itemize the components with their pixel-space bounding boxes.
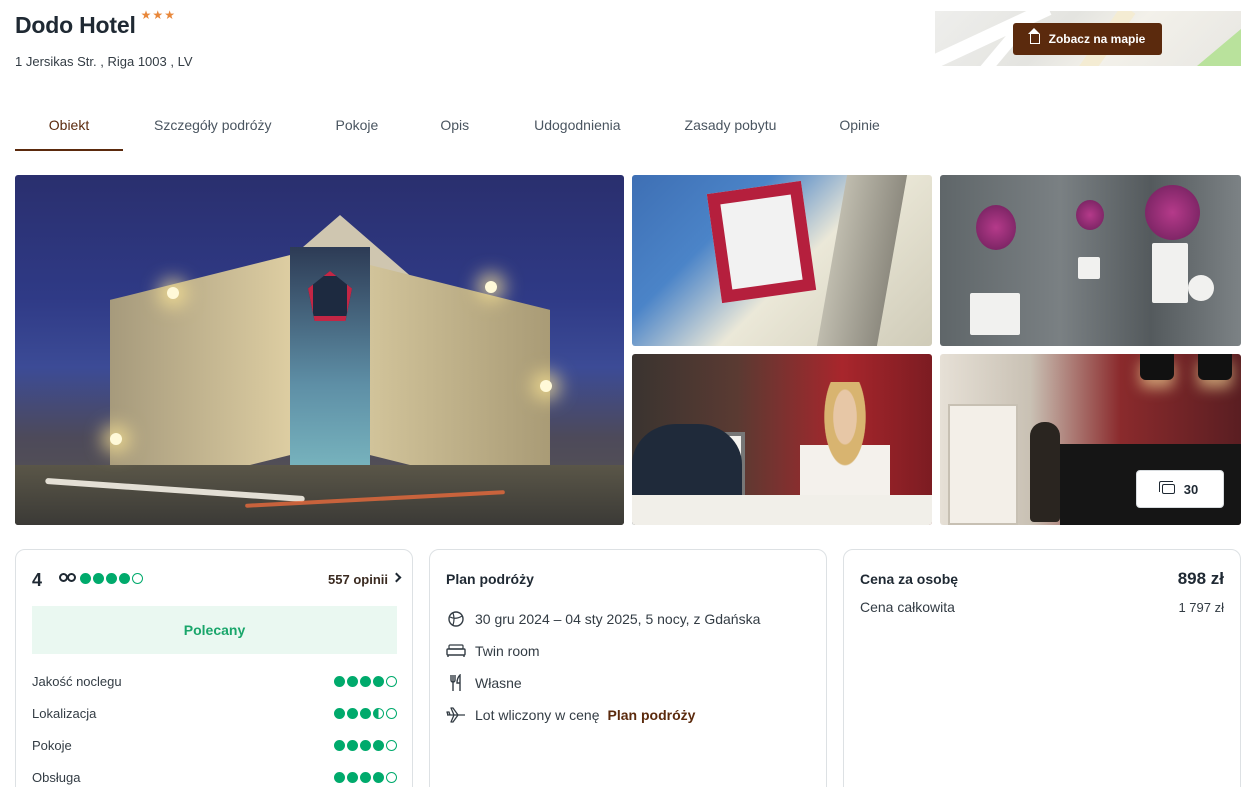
- review-score: 4: [32, 570, 43, 590]
- map-preview[interactable]: Zobacz na mapie: [935, 11, 1241, 66]
- tab-szczegoly-podrozy[interactable]: Szczegóły podróży: [154, 100, 272, 151]
- star-icon: ★: [140, 8, 152, 22]
- rating-dot: [106, 573, 117, 584]
- rating-row-label: Lokalizacja: [32, 705, 97, 721]
- plan-dates-text: 30 gru 2024 – 04 sty 2025, 5 nocy, z Gda…: [475, 611, 761, 627]
- rating-dot: [119, 573, 130, 584]
- tab-opis[interactable]: Opis: [440, 100, 469, 151]
- price-total: 1 797 zł: [1178, 600, 1224, 615]
- chevron-right-icon[interactable]: [391, 572, 402, 583]
- rating-dots: [332, 771, 397, 783]
- rating-dot: [80, 573, 91, 584]
- rating-row-label: Jakość noclegu: [32, 673, 122, 689]
- tab-obiekt[interactable]: Obiekt: [15, 100, 123, 151]
- price-per-person: 898 zł: [1177, 569, 1224, 588]
- plan-meals-text: Własne: [475, 675, 522, 691]
- rating-dots: [332, 739, 397, 751]
- rating-row: Pokoje: [32, 735, 397, 755]
- rating-row: Lokalizacja: [32, 703, 397, 723]
- rating-dot: [132, 573, 143, 584]
- plan-dates: 30 gru 2024 – 04 sty 2025, 5 nocy, z Gda…: [446, 609, 760, 629]
- travel-plan-title: Plan podróży: [446, 571, 534, 587]
- plan-link[interactable]: Plan podróży: [608, 707, 696, 723]
- hotel-title: Dodo Hotel: [15, 12, 136, 38]
- photo-reception-staff[interactable]: [632, 354, 932, 525]
- show-map-button[interactable]: Zobacz na mapie: [1013, 23, 1162, 55]
- overall-rating-dots: [80, 573, 145, 584]
- images-icon: [1158, 481, 1175, 494]
- recommended-badge: Polecany: [32, 606, 397, 654]
- tab-opinie[interactable]: Opinie: [839, 100, 879, 151]
- hotel-address: 1 Jersikas Str. , Riga 1003 , LV: [15, 54, 193, 69]
- reviews-card: 4 557 opinii Polecany Jakość noclegu Lok…: [15, 549, 413, 787]
- travel-plan-card: Plan podróży 30 gru 2024 – 04 sty 2025, …: [429, 549, 827, 787]
- plan-room-text: Twin room: [475, 643, 540, 659]
- plan-flight: Lot wliczony w cenę Plan podróży: [446, 705, 695, 725]
- plane-icon: [446, 706, 466, 724]
- rating-dots: [332, 675, 397, 687]
- gallery-count-button[interactable]: 30: [1136, 470, 1224, 508]
- show-map-label: Zobacz na mapie: [1048, 32, 1146, 46]
- plan-room: Twin room: [446, 641, 540, 661]
- tab-pokoje[interactable]: Pokoje: [336, 100, 379, 151]
- tripadvisor-icon: [59, 573, 77, 584]
- home-icon: [1027, 28, 1040, 44]
- rating-row: Jakość noclegu: [32, 671, 397, 691]
- plan-meals: Własne: [446, 673, 522, 693]
- price-card: Cena za osobę 898 zł Cena całkowita 1 79…: [843, 549, 1241, 787]
- section-tabs: Obiekt Szczegóły podróży Pokoje Opis Udo…: [15, 100, 880, 151]
- rating-row-label: Pokoje: [32, 737, 72, 753]
- rating-dot: [93, 573, 104, 584]
- rating-row-label: Obsługa: [32, 769, 81, 785]
- price-total-label: Cena całkowita: [860, 599, 955, 615]
- globe-plane-icon: [446, 610, 466, 628]
- photo-hotel-exterior[interactable]: [15, 175, 624, 525]
- tab-zasady-pobytu[interactable]: Zasady pobytu: [685, 100, 777, 151]
- gallery-count: 30: [1183, 481, 1199, 497]
- photo-hotel-sign[interactable]: [632, 175, 932, 346]
- tab-udogodnienia[interactable]: Udogodnienia: [534, 100, 620, 151]
- reviews-count-link[interactable]: 557 opinii: [328, 572, 388, 587]
- hotel-stars: ★ ★ ★: [141, 9, 176, 21]
- hotel-title-wrap: Dodo Hotel ★ ★ ★: [15, 9, 176, 39]
- plan-flight-text: Lot wliczony w cenę: [475, 707, 600, 723]
- cutlery-icon: [446, 674, 466, 692]
- price-per-person-label: Cena za osobę: [860, 571, 959, 587]
- bed-icon: [446, 642, 466, 660]
- star-icon: ★: [164, 8, 175, 22]
- rating-dots: [332, 707, 397, 719]
- rating-row: Obsługa: [32, 767, 397, 787]
- star-icon: ★: [152, 8, 164, 22]
- photo-lobby-flowers[interactable]: [940, 175, 1241, 346]
